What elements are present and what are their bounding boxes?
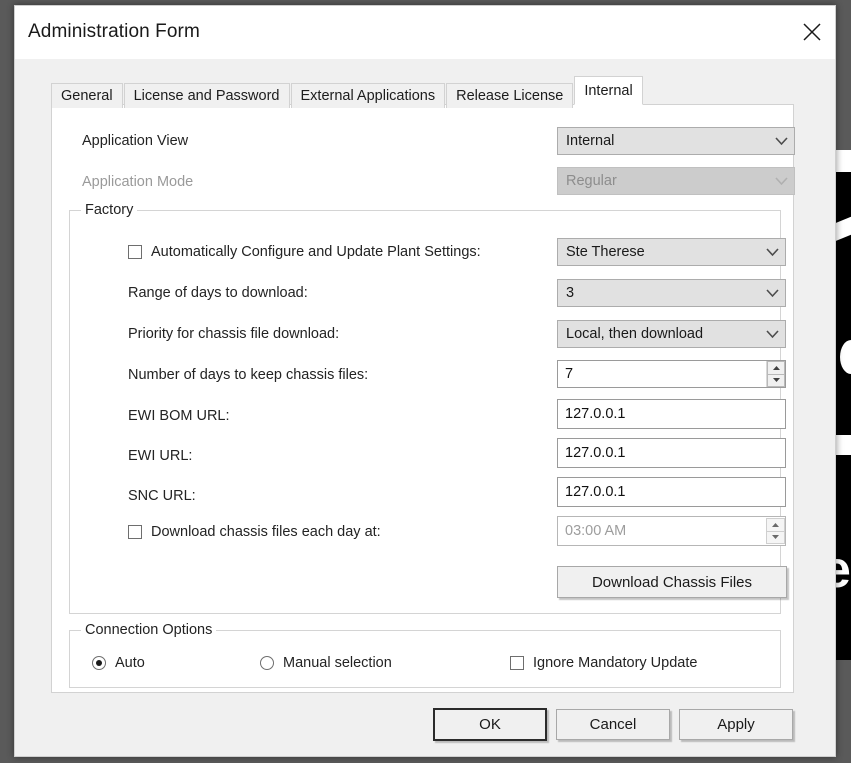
keep-days-label: Number of days to keep chassis files: [128, 367, 368, 383]
ewi-url-value: 127.0.0.1 [558, 445, 785, 461]
window-title: Administration Form [28, 21, 200, 43]
ewi-url-input[interactable]: 127.0.0.1 [557, 438, 786, 468]
plant-value: Ste Therese [558, 244, 759, 260]
connection-manual-label: Manual selection [283, 655, 392, 671]
application-view-label: Application View [82, 133, 188, 149]
connection-options-title: Connection Options [81, 622, 216, 638]
priority-dropdown[interactable]: Local, then download [557, 320, 786, 348]
cancel-button[interactable]: Cancel [556, 709, 670, 740]
tab-general-label: General [61, 88, 113, 104]
apply-button[interactable]: Apply [679, 709, 793, 740]
priority-value: Local, then download [558, 326, 759, 342]
tab-license-and-password[interactable]: License and Password [124, 83, 290, 108]
ewi-url-label: EWI URL: [128, 448, 192, 464]
spinner-up-icon[interactable] [767, 361, 785, 374]
plant-dropdown[interactable]: Ste Therese [557, 238, 786, 266]
desktop-backdrop: er Administration Form General License a… [0, 0, 851, 763]
chevron-down-icon [768, 137, 794, 146]
tab-page-internal: Application View Internal Application Mo… [51, 104, 794, 693]
auto-configure-label: Automatically Configure and Update Plant… [151, 244, 481, 260]
spinner-buttons[interactable] [766, 361, 785, 387]
download-chassis-files-label: Download Chassis Files [592, 574, 752, 591]
connection-auto-label: Auto [115, 655, 145, 671]
ewi-bom-url-label: EWI BOM URL: [128, 408, 230, 424]
range-of-days-label: Range of days to download: [128, 285, 308, 301]
chevron-down-icon [759, 289, 785, 298]
tab-external-applications-label: External Applications [301, 88, 436, 104]
checkbox-box-icon [510, 656, 524, 670]
snc-url-label: SNC URL: [128, 488, 196, 504]
snc-url-input[interactable]: 127.0.0.1 [557, 477, 786, 507]
administration-form-dialog: Administration Form General License and … [14, 5, 836, 757]
spinner-up-icon[interactable] [766, 518, 785, 531]
dialog-footer: OK Cancel Apply [15, 694, 835, 757]
download-time-value: 03:00 AM [558, 523, 766, 539]
tab-strip: General License and Password External Ap… [51, 76, 644, 105]
download-daily-label: Download chassis files each day at: [151, 524, 381, 540]
background-shape-oval [840, 340, 851, 374]
tab-internal[interactable]: Internal [574, 76, 642, 105]
application-view-value: Internal [558, 133, 768, 149]
keep-days-spinner[interactable]: 7 [557, 360, 786, 388]
close-icon[interactable] [788, 6, 835, 58]
ewi-bom-url-value: 127.0.0.1 [558, 406, 785, 422]
application-mode-dropdown[interactable]: Regular [557, 167, 795, 195]
application-mode-value: Regular [558, 173, 768, 189]
tab-release-license[interactable]: Release License [446, 83, 573, 108]
download-time-spinner[interactable]: 03:00 AM [557, 516, 786, 546]
tab-general[interactable]: General [51, 83, 123, 108]
checkbox-box-icon [128, 525, 142, 539]
ok-button-label: OK [479, 716, 501, 733]
apply-button-label: Apply [717, 716, 755, 733]
factory-groupbox: Factory Automatically Configure and Upda… [69, 210, 781, 614]
application-view-dropdown[interactable]: Internal [557, 127, 795, 155]
chevron-down-icon [768, 177, 794, 186]
spinner-down-icon[interactable] [767, 374, 785, 388]
chevron-down-icon [759, 330, 785, 339]
range-of-days-dropdown[interactable]: 3 [557, 279, 786, 307]
cancel-button-label: Cancel [590, 716, 637, 733]
connection-manual-radio[interactable]: Manual selection [260, 655, 392, 671]
ignore-mandatory-update-label: Ignore Mandatory Update [533, 655, 697, 671]
radio-unselected-icon [260, 656, 274, 670]
factory-groupbox-title: Factory [81, 202, 137, 218]
tab-external-applications[interactable]: External Applications [291, 83, 446, 108]
ignore-mandatory-update-checkbox[interactable]: Ignore Mandatory Update [510, 655, 697, 671]
download-daily-checkbox[interactable]: Download chassis files each day at: [128, 524, 381, 540]
auto-configure-checkbox[interactable]: Automatically Configure and Update Plant… [128, 244, 481, 260]
application-mode-label: Application Mode [82, 174, 193, 190]
ewi-bom-url-input[interactable]: 127.0.0.1 [557, 399, 786, 429]
tab-license-and-password-label: License and Password [134, 88, 280, 104]
time-spinner-buttons[interactable] [766, 518, 785, 544]
snc-url-value: 127.0.0.1 [558, 484, 785, 500]
title-bar: Administration Form [15, 6, 835, 60]
keep-days-value: 7 [558, 366, 766, 382]
tab-release-license-label: Release License [456, 88, 563, 104]
checkbox-box-icon [128, 245, 142, 259]
priority-label: Priority for chassis file download: [128, 326, 339, 342]
download-chassis-files-button[interactable]: Download Chassis Files [557, 566, 787, 598]
connection-auto-radio[interactable]: Auto [92, 655, 145, 671]
connection-options-groupbox: Connection Options Auto Manual selection… [69, 630, 781, 688]
spinner-down-icon[interactable] [766, 531, 785, 545]
tab-internal-label: Internal [584, 83, 632, 99]
ok-button[interactable]: OK [433, 708, 547, 741]
radio-selected-icon [92, 656, 106, 670]
chevron-down-icon [759, 248, 785, 257]
range-of-days-value: 3 [558, 285, 759, 301]
